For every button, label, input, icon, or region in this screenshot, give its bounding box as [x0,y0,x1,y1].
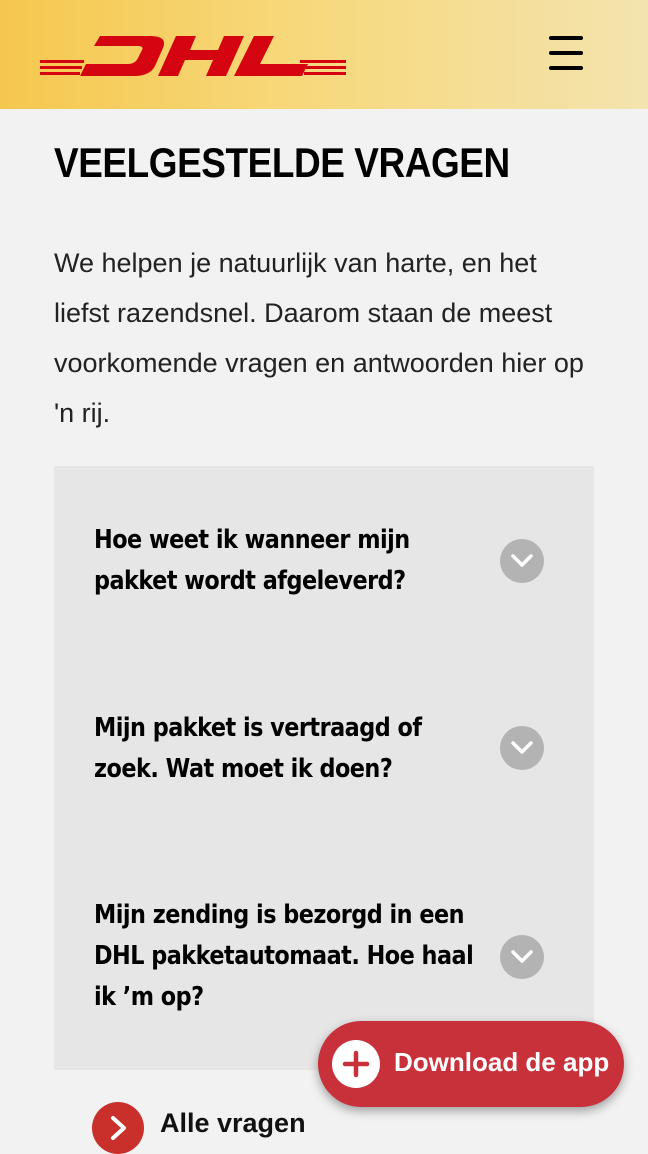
menu-line [549,66,583,70]
page-title: VEELGESTELDE VRAGEN [54,139,510,186]
chevron-down-icon[interactable] [500,726,544,770]
faq-question: Mijn zending is bezorgd in een DHL pakke… [94,900,474,1012]
intro-text: We helpen je natuurlijk van harte, en he… [54,248,584,428]
all-questions-label: Alle vragen [160,1108,306,1138]
all-questions-link[interactable]: Alle vragen [92,1100,332,1154]
menu-line [549,51,583,55]
chevron-right-icon [92,1102,144,1154]
faq-question: Mijn pakket is vertraagd of zoek. Wat mo… [94,713,422,784]
header-bar [0,0,648,109]
plus-icon [332,1040,380,1088]
chevron-down-icon[interactable] [500,539,544,583]
chevron-down-icon[interactable] [500,935,544,979]
download-app-button[interactable]: Download de app [318,1021,624,1107]
faq-panel: Hoe weet ik wanneer mijn pakket wordt af… [54,466,594,1070]
hamburger-menu-icon[interactable] [546,34,586,74]
faq-question: Hoe weet ik wanneer mijn pakket wordt af… [94,525,410,596]
download-app-label: Download de app [394,1047,610,1077]
menu-line [549,36,583,40]
dhl-logo[interactable] [38,30,348,80]
